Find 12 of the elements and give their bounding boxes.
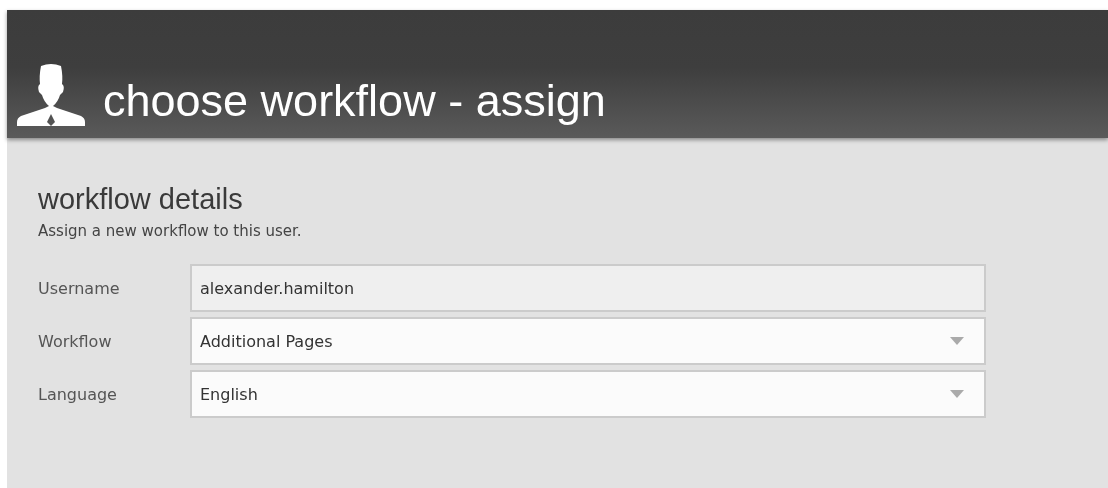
dropdown-field[interactable]: English: [190, 370, 986, 418]
field-label: Language: [38, 384, 118, 404]
caret-icon: [950, 390, 964, 398]
user-icon: [17, 62, 85, 126]
field-label: Workflow: [38, 331, 113, 351]
section-heading: workflow details: [38, 182, 244, 216]
caret-icon: [950, 337, 964, 345]
page-title: choose workflow - assign: [103, 74, 606, 128]
field-label: Username: [38, 278, 121, 298]
input-field[interactable]: alexander.hamilton: [190, 264, 986, 312]
section-description: Assign a new workflow to this user.: [38, 222, 303, 240]
dropdown-field[interactable]: Additional Pages: [190, 317, 986, 365]
